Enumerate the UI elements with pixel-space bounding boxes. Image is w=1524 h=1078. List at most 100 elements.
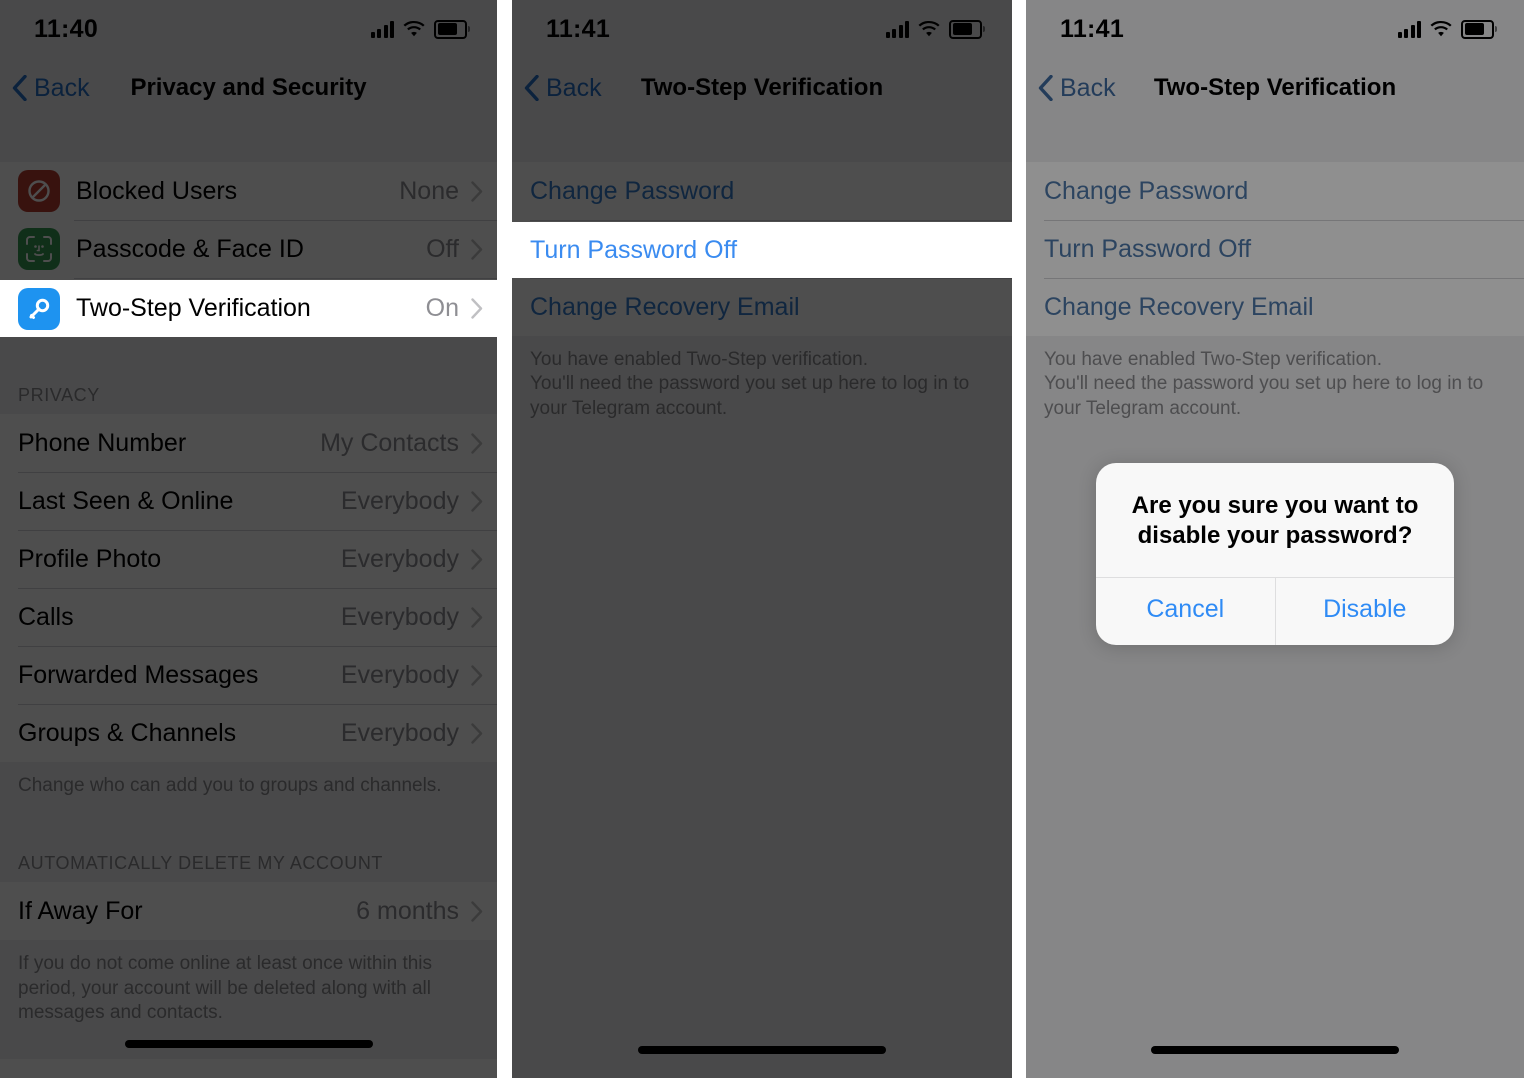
two-step-footnote: You have enabled Two-Step verification. … [512, 336, 1012, 421]
list-top-gap [1026, 118, 1524, 162]
row-forwarded-messages[interactable]: Forwarded Messages Everybody [0, 646, 497, 704]
row-label: Change Recovery Email [530, 292, 800, 321]
chevron-left-icon [12, 75, 27, 101]
back-label: Back [546, 73, 602, 102]
row-change-password[interactable]: Change Password [1026, 162, 1524, 220]
chevron-right-icon [471, 298, 483, 319]
chevron-right-icon [471, 901, 483, 922]
back-label: Back [1060, 73, 1116, 102]
row-groups-channels[interactable]: Groups & Channels Everybody [0, 704, 497, 762]
row-label: Groups & Channels [18, 718, 237, 747]
status-bar-3: 11:41 [1026, 0, 1524, 58]
panel-seam-1 [497, 0, 512, 1078]
row-turn-password-off[interactable]: Turn Password Off [1026, 220, 1524, 278]
wifi-icon [918, 20, 940, 38]
delete-account-section-header: AUTOMATICALLY DELETE MY ACCOUNT [0, 846, 497, 883]
wifi-icon [403, 20, 425, 38]
section-spacer [0, 336, 497, 378]
row-label: Change Password [1044, 176, 1249, 205]
chevron-right-icon [471, 722, 483, 744]
row-value: Off [426, 234, 459, 263]
face-id-icon [18, 228, 60, 270]
row-value: Everybody [340, 718, 459, 747]
row-change-recovery-email[interactable]: Change Recovery Email [512, 278, 1012, 336]
alert-buttons: Cancel Disable [1096, 577, 1455, 646]
chevron-right-icon [471, 548, 483, 570]
nav-bar-2: Back Two-Step Verification [512, 58, 1012, 118]
row-profile-photo[interactable]: Profile Photo Everybody [0, 530, 497, 588]
disable-button[interactable]: Disable [1274, 578, 1455, 646]
blocked-users-icon [18, 170, 60, 212]
row-label: Turn Password Off [1044, 234, 1252, 263]
row-label: Change Recovery Email [1044, 292, 1314, 321]
nav-bar-3: Back Two-Step Verification [1026, 58, 1524, 118]
row-change-password[interactable]: Change Password [512, 162, 1012, 220]
highlight-two-step-verification[interactable]: Two-Step Verification On [0, 280, 497, 337]
phone-panel-2: 11:41 Back Two-Step Verification Change … [512, 0, 1012, 1078]
highlight-turn-password-off[interactable]: Turn Password Off [512, 222, 1012, 278]
row-change-recovery-email[interactable]: Change Recovery Email [1026, 278, 1524, 336]
chevron-right-icon [471, 606, 483, 628]
chevron-right-icon [471, 490, 483, 512]
ios-screen-2: 11:41 Back Two-Step Verification Change … [512, 0, 1012, 1078]
row-passcode-face-id[interactable]: Passcode & Face ID Off [0, 220, 497, 278]
battery-icon [434, 19, 470, 39]
row-value: None [399, 176, 459, 205]
list-top-gap [0, 118, 497, 162]
cellular-bars-icon [885, 20, 909, 38]
status-clock: 11:41 [1060, 14, 1125, 43]
two-step-footnote: You have enabled Two-Step verification. … [1026, 336, 1524, 421]
status-indicators [370, 19, 470, 39]
chevron-left-icon [1038, 75, 1053, 101]
row-label: Turn Password Off [530, 235, 738, 264]
screenshot-stage: 11:40 Back Privacy and Security Blocked … [0, 0, 1524, 1078]
battery-icon [1461, 19, 1497, 39]
chevron-right-icon [471, 664, 483, 686]
row-data-settings[interactable]: Data Settings [0, 1059, 497, 1078]
delete-account-footnote: If you do not come online at least once … [0, 940, 497, 1026]
home-indicator[interactable] [638, 1046, 886, 1054]
row-label: Blocked Users [76, 176, 238, 205]
data-settings-group: Data Settings [0, 1059, 497, 1078]
two-step-actions-group: Change Password Turn Password Off Change… [1026, 162, 1524, 336]
chevron-right-icon [471, 180, 483, 202]
chevron-right-icon [471, 432, 483, 454]
section-spacer-2 [0, 798, 497, 847]
status-clock: 11:41 [546, 14, 611, 43]
row-label: Change Password [530, 176, 735, 205]
alert-message: Are you sure you want to disable your pa… [1131, 492, 1419, 550]
wifi-icon [1430, 20, 1452, 38]
status-indicators [1397, 19, 1497, 39]
row-blocked-users[interactable]: Blocked Users None [0, 162, 497, 220]
row-calls[interactable]: Calls Everybody [0, 588, 497, 646]
status-bar-2: 11:41 [512, 0, 1012, 58]
row-last-seen-online[interactable]: Last Seen & Online Everybody [0, 472, 497, 530]
row-label: Two-Step Verification [76, 294, 311, 322]
row-label: Phone Number [18, 428, 187, 457]
back-button[interactable]: Back [0, 74, 90, 103]
home-indicator[interactable] [1151, 1046, 1399, 1054]
row-label: Calls [18, 602, 74, 631]
privacy-group: Phone Number My Contacts Last Seen & Onl… [0, 414, 497, 762]
nav-bar-1: Back Privacy and Security [0, 58, 497, 118]
home-indicator[interactable] [124, 1040, 373, 1048]
row-phone-number[interactable]: Phone Number My Contacts [0, 414, 497, 472]
row-if-away-for[interactable]: If Away For 6 months [0, 882, 497, 941]
row-label: If Away For [18, 896, 143, 925]
row-value: 6 months [356, 896, 459, 925]
battery-icon [949, 19, 985, 39]
cellular-bars-icon [1397, 20, 1421, 38]
cancel-button[interactable]: Cancel [1096, 578, 1275, 645]
row-value: Everybody [340, 660, 459, 689]
key-icon [18, 287, 60, 330]
disable-password-alert: Are you sure you want to disable your pa… [1096, 463, 1455, 646]
privacy-section-header: PRIVACY [0, 378, 497, 414]
row-turn-password-off[interactable]: Turn Password Off [512, 222, 1012, 278]
list-top-gap [512, 118, 1012, 162]
row-label: Data Settings [18, 1074, 459, 1078]
back-button[interactable]: Back [512, 74, 602, 103]
back-button[interactable]: Back [1026, 74, 1116, 103]
row-two-step-verification[interactable]: Two-Step Verification On [0, 280, 497, 337]
row-value: Everybody [340, 486, 459, 515]
phone-panel-3: 11:41 Back Two-Step Verification Change … [1026, 0, 1524, 1078]
